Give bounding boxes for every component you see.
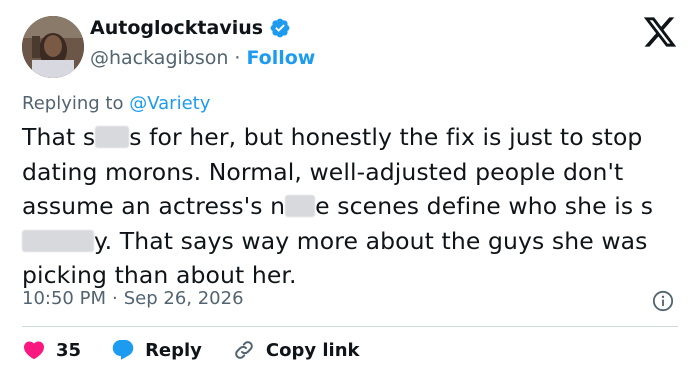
copy-link-label: Copy link (265, 339, 360, 361)
timestamp-row[interactable]: 10:50 PM · Sep 26, 2026 (22, 288, 244, 309)
x-logo-icon[interactable] (642, 14, 678, 50)
action-bar: 35 Reply Copy link (22, 338, 390, 362)
like-button[interactable]: 35 (22, 338, 81, 362)
reply-label: Reply (145, 339, 202, 361)
censor-blur (95, 126, 130, 148)
tweet-date[interactable]: Sep 26, 2026 (124, 288, 244, 309)
reply-button[interactable]: Reply (111, 338, 202, 362)
separator-dot: · (111, 288, 118, 309)
reply-context: Replying to @Variety (22, 93, 210, 114)
copy-link-button[interactable]: Copy link (232, 338, 360, 362)
follow-button[interactable]: Follow (246, 47, 315, 69)
author-handle-row: @hackagibson · Follow (90, 47, 315, 69)
tweet-text-part: e scenes define who she is s (315, 192, 654, 220)
author-name-row: Autoglocktavius (90, 17, 291, 39)
tweet-time[interactable]: 10:50 PM (22, 288, 106, 309)
verified-badge-icon (269, 17, 291, 39)
link-icon (235, 341, 253, 359)
avatar[interactable] (22, 16, 84, 78)
like-count: 35 (56, 339, 82, 361)
tweet-text-part: y. That says way more about the guys she… (22, 226, 648, 290)
separator-dot: · (234, 47, 241, 69)
author-handle[interactable]: @hackagibson (90, 47, 228, 69)
censor-blur (22, 229, 94, 252)
info-icon[interactable] (652, 290, 674, 312)
reply-context-prefix: Replying to (22, 93, 124, 114)
heart-icon (23, 341, 45, 360)
author-display-name[interactable]: Autoglocktavius (90, 17, 263, 39)
divider (22, 326, 678, 327)
tweet-text-part: That s (22, 123, 96, 151)
censor-blur (285, 195, 316, 217)
reply-mention-link[interactable]: @Variety (129, 93, 210, 114)
tweet-text: That ss for her, but honestly the fix is… (22, 120, 682, 293)
speech-bubble-icon (112, 340, 134, 360)
